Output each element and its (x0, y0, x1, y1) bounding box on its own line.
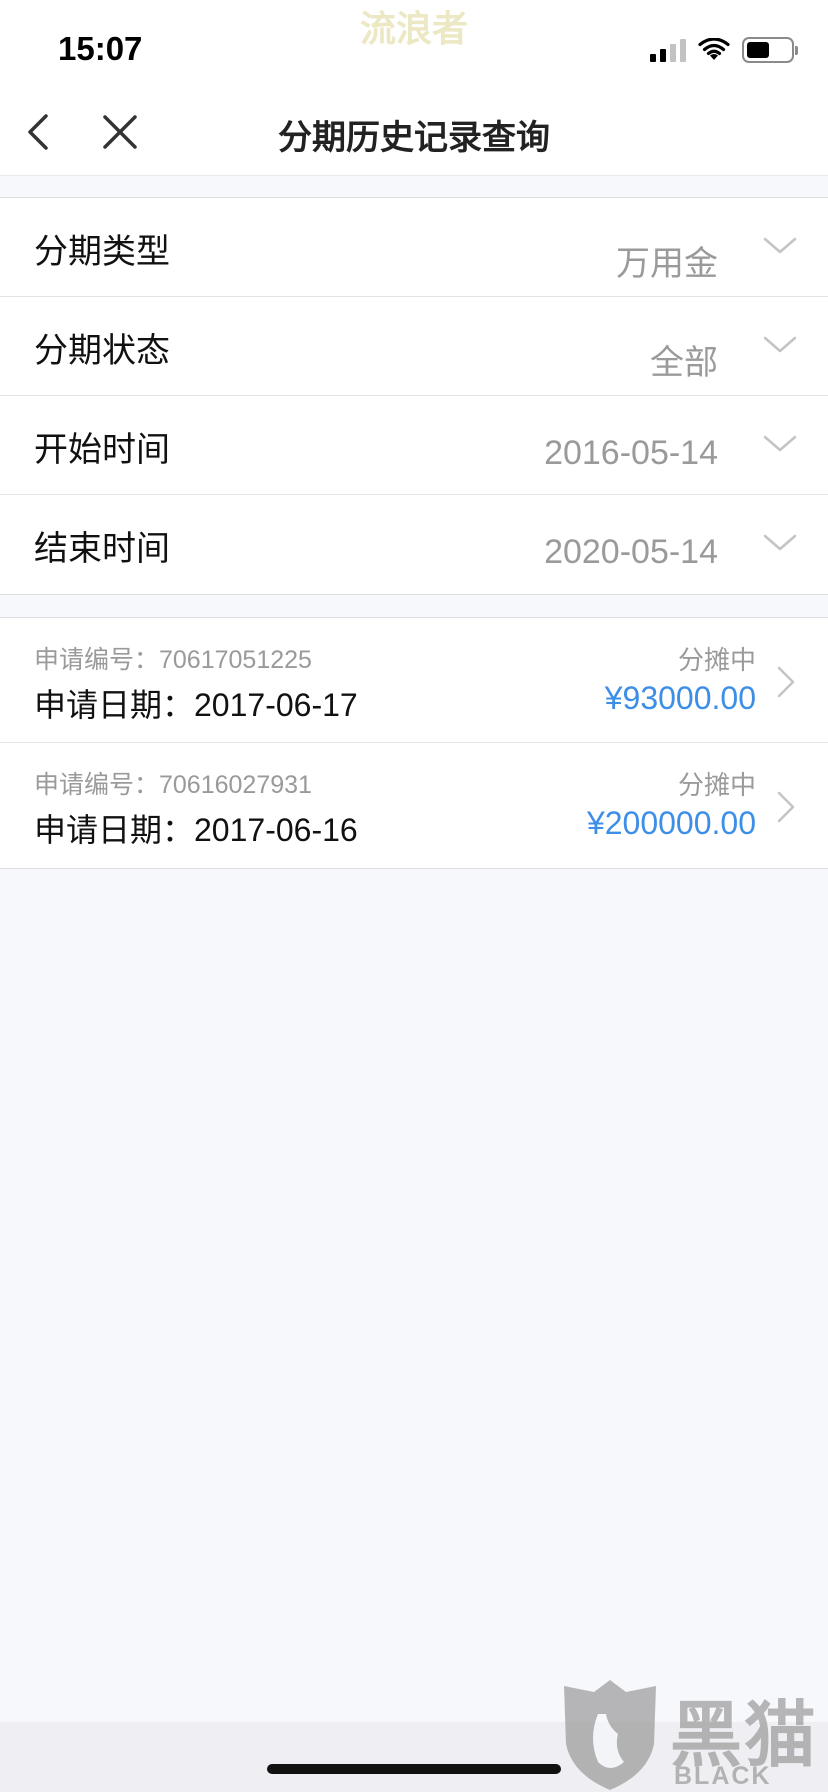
chevron-down-icon (763, 435, 797, 452)
record-list: 申请编号：70617051225 申请日期：2017-06-17 分摊中 ¥93… (0, 617, 828, 869)
filter-list: 分期类型 万用金 分期状态 全部 开始时间 2016-05-14 结束时间 20… (0, 197, 828, 595)
filter-label: 开始时间 (34, 430, 170, 470)
filter-label: 分期状态 (34, 331, 170, 371)
chevron-down-icon (763, 336, 797, 353)
chevron-down-icon (763, 534, 797, 551)
status-badge: 分摊中 (677, 646, 756, 676)
status-icons (650, 36, 798, 64)
close-icon[interactable] (96, 108, 144, 156)
list-item[interactable]: 申请编号：70616027931 申请日期：2017-06-16 分摊中 ¥20… (0, 743, 828, 868)
filter-value: 全部 (650, 344, 718, 382)
watermark-logo: 黑猫 BLACK CAT (558, 1676, 828, 1792)
cat-shield-icon (564, 1680, 656, 1790)
filter-value: 2020-05-14 (544, 533, 718, 571)
wifi-icon (698, 38, 730, 60)
filter-start-date[interactable]: 开始时间 2016-05-14 (0, 396, 828, 495)
home-indicator[interactable] (267, 1764, 561, 1774)
nav-bar: 分期历史记录查询 (0, 88, 828, 176)
application-date: 申请日期：2017-06-17 (34, 687, 358, 723)
filter-label: 分期类型 (34, 232, 170, 272)
cellular-signal-icon (650, 38, 686, 62)
amount: ¥200000.00 (586, 805, 756, 841)
chevron-left-icon[interactable] (16, 108, 64, 156)
filter-end-date[interactable]: 结束时间 2020-05-14 (0, 495, 828, 594)
filter-installment-type[interactable]: 分期类型 万用金 (0, 198, 828, 297)
chevron-right-icon (777, 666, 795, 698)
application-number: 申请编号：70617051225 (34, 646, 312, 674)
filter-value: 2016-05-14 (544, 434, 718, 472)
battery-icon (742, 37, 798, 63)
chevron-right-icon (777, 791, 795, 823)
amount: ¥93000.00 (604, 680, 756, 716)
status-badge: 分摊中 (677, 771, 756, 801)
application-date: 申请日期：2017-06-16 (34, 812, 358, 848)
filter-label: 结束时间 (34, 529, 170, 569)
filter-value: 万用金 (616, 245, 718, 283)
watermark-brand-en: BLACK CAT (674, 1762, 772, 1792)
application-number: 申请编号：70616027931 (34, 771, 312, 799)
chevron-down-icon (763, 237, 797, 254)
list-item[interactable]: 申请编号：70617051225 申请日期：2017-06-17 分摊中 ¥93… (0, 618, 828, 743)
status-bar: 15:07 流浪者 (0, 0, 828, 88)
filter-installment-status[interactable]: 分期状态 全部 (0, 297, 828, 396)
